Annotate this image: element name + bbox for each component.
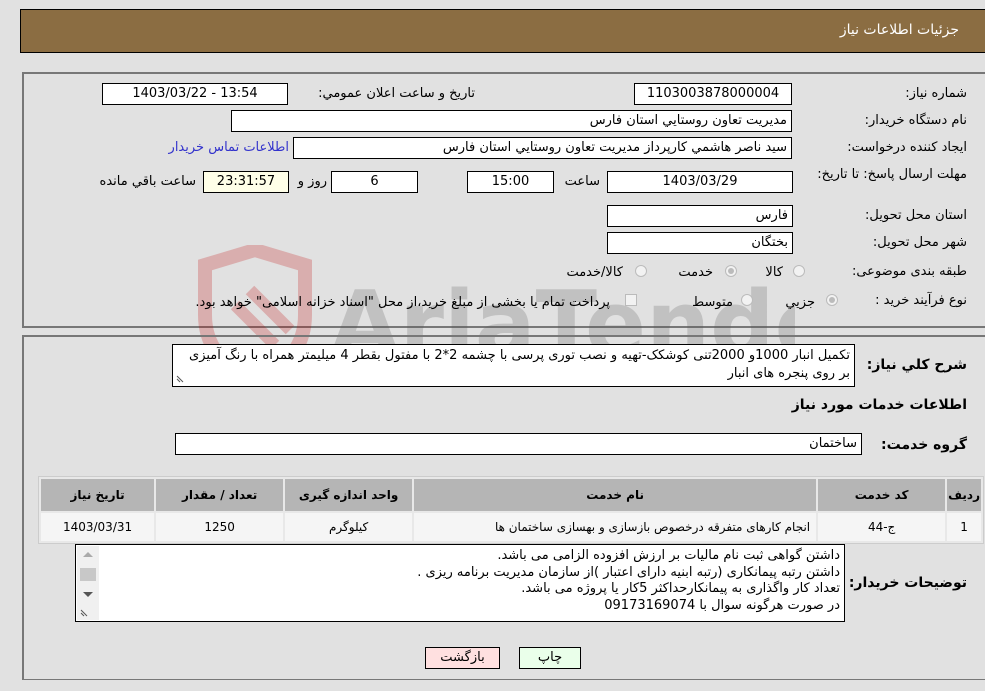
description-text: تکمیل انبار 1000و 2000تنی کوشکک-تهیه و ن… xyxy=(189,348,850,381)
page-header: جزئیات اطلاعات نیاز xyxy=(20,9,985,53)
deadline-date-field: 1403/03/29 xyxy=(607,171,793,193)
days-remaining-field: 6 xyxy=(331,171,418,193)
services-table: رديف کد خدمت نام خدمت واحد اندازه گيری ت… xyxy=(38,476,984,544)
cell-service-name: انجام کارهای متفرقه درخصوص بازسازی و بهس… xyxy=(414,513,817,541)
deadline-time-field: 15:00 xyxy=(467,171,554,193)
creator-label: ايجاد کننده درخواست: xyxy=(847,140,967,155)
scroll-thumb[interactable] xyxy=(80,568,96,581)
buyer-notes-textarea[interactable]: داشتن گواهی ثبت نام مالیات بر ارزش افزود… xyxy=(75,544,845,622)
scroll-down-arrow-icon[interactable] xyxy=(83,592,93,597)
table-header-row: رديف کد خدمت نام خدمت واحد اندازه گيری ت… xyxy=(41,479,981,511)
buyer-note-line: داشتن گواهی ثبت نام مالیات بر ارزش افزود… xyxy=(497,548,840,563)
days-label: روز و xyxy=(297,174,327,189)
table-row: 1 ج-44 انجام کارهای متفرقه درخصوص بازساز… xyxy=(41,513,981,541)
back-button[interactable]: بازگشت xyxy=(425,647,500,669)
col-row-number: رديف xyxy=(947,479,981,511)
province-field: فارس xyxy=(607,205,793,227)
creator-field: سيد ناصر هاشمي کارپرداز مديريت تعاون روس… xyxy=(293,137,792,159)
print-button[interactable]: چاپ xyxy=(519,647,581,669)
deadline-label: مهلت ارسال پاسخ: تا تاریخ: xyxy=(817,167,967,182)
scroll-up-arrow-icon[interactable] xyxy=(83,552,93,557)
category-option-goods: کالا xyxy=(765,265,783,280)
deadline-time-label: ساعت xyxy=(564,174,600,189)
treasury-checkbox[interactable] xyxy=(625,294,637,306)
treasury-note: پرداخت تمام يا بخشی از مبلغ خريد،از محل … xyxy=(195,295,610,310)
category-label: طبقه بندی موضوعی: xyxy=(851,264,967,279)
need-number-field: 1103003878000004 xyxy=(634,83,792,105)
col-quantity: تعداد / مقدار xyxy=(156,479,284,511)
remaining-time-label: ساعت باقي مانده xyxy=(99,174,196,189)
service-group-label: گروه خدمت: xyxy=(881,437,967,453)
city-label: شهر محل تحويل: xyxy=(872,235,967,250)
process-type-label: نوع فرآيند خريد : xyxy=(875,293,967,308)
buyer-note-line: داشتن رتبه پیمانکاری (رتبه ابنیه دارای ا… xyxy=(417,564,840,580)
announce-label: تاریخ و ساعت اعلان عمومي: xyxy=(318,86,475,101)
city-field: بختگان xyxy=(607,232,793,254)
cell-need-date: 1403/03/31 xyxy=(41,513,155,541)
category-option-goods-service: کالا/خدمت xyxy=(566,265,623,280)
resize-handle-icon[interactable] xyxy=(175,374,185,384)
remaining-time-field: 23:31:57 xyxy=(203,171,289,193)
resize-handle-icon[interactable] xyxy=(79,608,89,618)
buyer-notes-text: داشتن گواهی ثبت نام مالیات بر ارزش افزود… xyxy=(417,548,840,614)
description-label: شرح کلي نياز: xyxy=(866,357,967,373)
col-unit: واحد اندازه گيری xyxy=(285,479,413,511)
page-title: جزئیات اطلاعات نیاز xyxy=(839,22,959,38)
process-radio-medium[interactable] xyxy=(741,294,753,306)
category-option-service: خدمت xyxy=(678,265,713,280)
cell-service-code: ج-44 xyxy=(818,513,946,541)
category-radio-goods-service[interactable] xyxy=(635,265,647,277)
process-radio-minor[interactable] xyxy=(826,294,838,306)
category-radio-goods[interactable] xyxy=(793,265,805,277)
buyer-note-line: تعداد کار واگذاری به پیمانکارحداکثر 5کار… xyxy=(521,581,840,596)
category-radio-service[interactable] xyxy=(725,265,737,277)
need-number-label: شماره نیاز: xyxy=(905,86,967,101)
cell-unit: کيلوگرم xyxy=(285,513,413,541)
buyer-note-line: در صورت هرگونه سوال با 09173169074 xyxy=(604,597,840,613)
col-service-code: کد خدمت xyxy=(818,479,946,511)
buyer-org-field: مديريت تعاون روستايي استان فارس xyxy=(231,110,792,132)
description-textarea[interactable]: تکمیل انبار 1000و 2000تنی کوشکک-تهیه و ن… xyxy=(172,344,855,387)
province-label: استان محل تحويل: xyxy=(865,208,967,223)
col-service-name: نام خدمت xyxy=(414,479,817,511)
buyer-notes-label: توضيحات خريدار: xyxy=(848,575,967,591)
col-need-date: تاريخ نياز xyxy=(41,479,155,511)
services-section-title: اطلاعات خدمات مورد نياز xyxy=(791,397,967,413)
buyer-org-label: نام دستگاه خريدار: xyxy=(864,113,967,128)
service-group-field: ساختمان xyxy=(175,433,862,455)
process-option-medium: متوسط xyxy=(692,295,733,310)
cell-quantity: 1250 xyxy=(156,513,284,541)
cell-row-number: 1 xyxy=(947,513,981,541)
process-option-minor: جزيي xyxy=(785,295,815,310)
announce-field: 1403/03/22 - 13:54 xyxy=(102,83,288,105)
buyer-contact-link[interactable]: اطلاعات تماس خريدار xyxy=(169,140,289,155)
